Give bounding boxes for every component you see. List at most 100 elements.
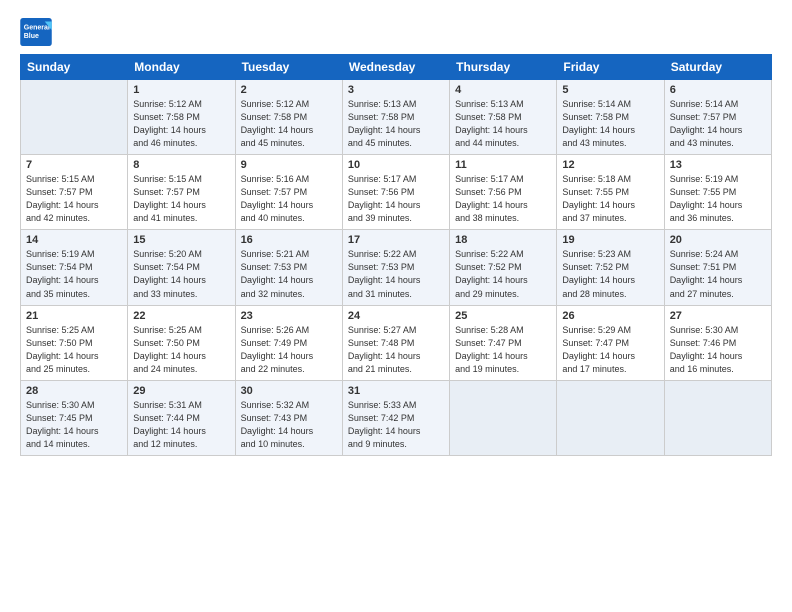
svg-text:General: General [24, 24, 50, 31]
calendar-cell: 29 Sunrise: 5:31 AMSunset: 7:44 PMDayligh… [128, 380, 235, 455]
day-info: Sunrise: 5:16 AMSunset: 7:57 PMDaylight:… [241, 173, 337, 225]
day-info: Sunrise: 5:15 AMSunset: 7:57 PMDaylight:… [133, 173, 229, 225]
day-number: 1 [133, 84, 229, 96]
calendar-cell: 3 Sunrise: 5:13 AMSunset: 7:58 PMDaylight… [342, 80, 449, 155]
day-number: 18 [455, 234, 551, 246]
logo-icon: General Blue [20, 18, 52, 46]
day-number: 6 [670, 84, 766, 96]
calendar-header-row: SundayMondayTuesdayWednesdayThursdayFrid… [21, 55, 772, 80]
weekday-header: Wednesday [342, 55, 449, 80]
day-number: 12 [562, 159, 658, 171]
day-number: 7 [26, 159, 122, 171]
day-info: Sunrise: 5:25 AMSunset: 7:50 PMDaylight:… [26, 324, 122, 376]
calendar-cell: 24Sunrise: 5:27 AMSunset: 7:48 PMDayligh… [342, 305, 449, 380]
day-number: 20 [670, 234, 766, 246]
day-number: 4 [455, 84, 551, 96]
day-number: 29 [133, 385, 229, 397]
day-info: Sunrise: 5:30 AMSunset: 7:45 PMDaylight:… [26, 399, 122, 451]
calendar-cell [21, 80, 128, 155]
day-info: Sunrise: 5:31 AMSunset: 7:44 PMDaylight:… [133, 399, 229, 451]
calendar-cell [557, 380, 664, 455]
day-number: 25 [455, 310, 551, 322]
calendar-week-row: 1 Sunrise: 5:12 AMSunset: 7:58 PMDaylight… [21, 80, 772, 155]
day-number: 24 [348, 310, 444, 322]
day-info: Sunrise: 5:30 AMSunset: 7:46 PMDaylight:… [670, 324, 766, 376]
day-info: Sunrise: 5:13 AMSunset: 7:58 PMDaylight:… [455, 98, 551, 150]
day-number: 30 [241, 385, 337, 397]
day-info: Sunrise: 5:18 AMSunset: 7:55 PMDaylight:… [562, 173, 658, 225]
day-number: 26 [562, 310, 658, 322]
day-number: 27 [670, 310, 766, 322]
day-number: 15 [133, 234, 229, 246]
day-info: Sunrise: 5:15 AMSunset: 7:57 PMDaylight:… [26, 173, 122, 225]
svg-text:Blue: Blue [24, 33, 39, 40]
weekday-header: Sunday [21, 55, 128, 80]
weekday-header: Friday [557, 55, 664, 80]
day-info: Sunrise: 5:21 AMSunset: 7:53 PMDaylight:… [241, 248, 337, 300]
calendar-cell: 28 Sunrise: 5:30 AMSunset: 7:45 PMDayligh… [21, 380, 128, 455]
day-info: Sunrise: 5:23 AMSunset: 7:52 PMDaylight:… [562, 248, 658, 300]
day-number: 9 [241, 159, 337, 171]
calendar-cell: 7 Sunrise: 5:15 AMSunset: 7:57 PMDaylight… [21, 155, 128, 230]
day-info: Sunrise: 5:17 AMSunset: 7:56 PMDaylight:… [455, 173, 551, 225]
calendar-cell: 22Sunrise: 5:25 AMSunset: 7:50 PMDayligh… [128, 305, 235, 380]
calendar-cell: 5 Sunrise: 5:14 AMSunset: 7:58 PMDaylight… [557, 80, 664, 155]
day-number: 17 [348, 234, 444, 246]
day-info: Sunrise: 5:19 AMSunset: 7:54 PMDaylight:… [26, 248, 122, 300]
day-number: 31 [348, 385, 444, 397]
day-info: Sunrise: 5:28 AMSunset: 7:47 PMDaylight:… [455, 324, 551, 376]
calendar-week-row: 28 Sunrise: 5:30 AMSunset: 7:45 PMDayligh… [21, 380, 772, 455]
day-info: Sunrise: 5:12 AMSunset: 7:58 PMDaylight:… [241, 98, 337, 150]
day-info: Sunrise: 5:13 AMSunset: 7:58 PMDaylight:… [348, 98, 444, 150]
calendar-cell: 14Sunrise: 5:19 AMSunset: 7:54 PMDayligh… [21, 230, 128, 305]
day-info: Sunrise: 5:32 AMSunset: 7:43 PMDaylight:… [241, 399, 337, 451]
day-info: Sunrise: 5:14 AMSunset: 7:57 PMDaylight:… [670, 98, 766, 150]
calendar-cell: 2 Sunrise: 5:12 AMSunset: 7:58 PMDaylight… [235, 80, 342, 155]
day-info: Sunrise: 5:12 AMSunset: 7:58 PMDaylight:… [133, 98, 229, 150]
day-info: Sunrise: 5:20 AMSunset: 7:54 PMDaylight:… [133, 248, 229, 300]
weekday-header: Tuesday [235, 55, 342, 80]
day-number: 8 [133, 159, 229, 171]
day-info: Sunrise: 5:22 AMSunset: 7:53 PMDaylight:… [348, 248, 444, 300]
day-info: Sunrise: 5:17 AMSunset: 7:56 PMDaylight:… [348, 173, 444, 225]
calendar-cell: 13Sunrise: 5:19 AMSunset: 7:55 PMDayligh… [664, 155, 771, 230]
calendar-cell: 11Sunrise: 5:17 AMSunset: 7:56 PMDayligh… [450, 155, 557, 230]
day-number: 3 [348, 84, 444, 96]
day-info: Sunrise: 5:29 AMSunset: 7:47 PMDaylight:… [562, 324, 658, 376]
calendar-week-row: 14Sunrise: 5:19 AMSunset: 7:54 PMDayligh… [21, 230, 772, 305]
calendar-cell: 18Sunrise: 5:22 AMSunset: 7:52 PMDayligh… [450, 230, 557, 305]
calendar-cell: 21 Sunrise: 5:25 AMSunset: 7:50 PMDayligh… [21, 305, 128, 380]
calendar-cell: 4 Sunrise: 5:13 AMSunset: 7:58 PMDaylight… [450, 80, 557, 155]
calendar-cell: 19 Sunrise: 5:23 AMSunset: 7:52 PMDayligh… [557, 230, 664, 305]
calendar-cell: 9 Sunrise: 5:16 AMSunset: 7:57 PMDaylight… [235, 155, 342, 230]
calendar-cell: 23Sunrise: 5:26 AMSunset: 7:49 PMDayligh… [235, 305, 342, 380]
weekday-header: Thursday [450, 55, 557, 80]
calendar-cell: 1 Sunrise: 5:12 AMSunset: 7:58 PMDaylight… [128, 80, 235, 155]
calendar-cell: 15 Sunrise: 5:20 AMSunset: 7:54 PMDayligh… [128, 230, 235, 305]
calendar-cell [450, 380, 557, 455]
day-number: 2 [241, 84, 337, 96]
calendar: SundayMondayTuesdayWednesdayThursdayFrid… [20, 54, 772, 456]
calendar-cell: 20Sunrise: 5:24 AMSunset: 7:51 PMDayligh… [664, 230, 771, 305]
weekday-header: Monday [128, 55, 235, 80]
calendar-cell: 27 Sunrise: 5:30 AMSunset: 7:46 PMDayligh… [664, 305, 771, 380]
day-info: Sunrise: 5:19 AMSunset: 7:55 PMDaylight:… [670, 173, 766, 225]
calendar-cell: 30 Sunrise: 5:32 AMSunset: 7:43 PMDayligh… [235, 380, 342, 455]
day-number: 19 [562, 234, 658, 246]
day-number: 28 [26, 385, 122, 397]
day-number: 21 [26, 310, 122, 322]
day-number: 23 [241, 310, 337, 322]
calendar-week-row: 21 Sunrise: 5:25 AMSunset: 7:50 PMDayligh… [21, 305, 772, 380]
calendar-cell: 17 Sunrise: 5:22 AMSunset: 7:53 PMDayligh… [342, 230, 449, 305]
header: General Blue [20, 18, 772, 46]
day-info: Sunrise: 5:25 AMSunset: 7:50 PMDaylight:… [133, 324, 229, 376]
calendar-cell: 16Sunrise: 5:21 AMSunset: 7:53 PMDayligh… [235, 230, 342, 305]
calendar-cell: 25 Sunrise: 5:28 AMSunset: 7:47 PMDayligh… [450, 305, 557, 380]
logo: General Blue [20, 18, 52, 46]
calendar-cell: 31Sunrise: 5:33 AMSunset: 7:42 PMDayligh… [342, 380, 449, 455]
day-number: 5 [562, 84, 658, 96]
calendar-week-row: 7 Sunrise: 5:15 AMSunset: 7:57 PMDaylight… [21, 155, 772, 230]
day-info: Sunrise: 5:14 AMSunset: 7:58 PMDaylight:… [562, 98, 658, 150]
weekday-header: Saturday [664, 55, 771, 80]
day-number: 10 [348, 159, 444, 171]
